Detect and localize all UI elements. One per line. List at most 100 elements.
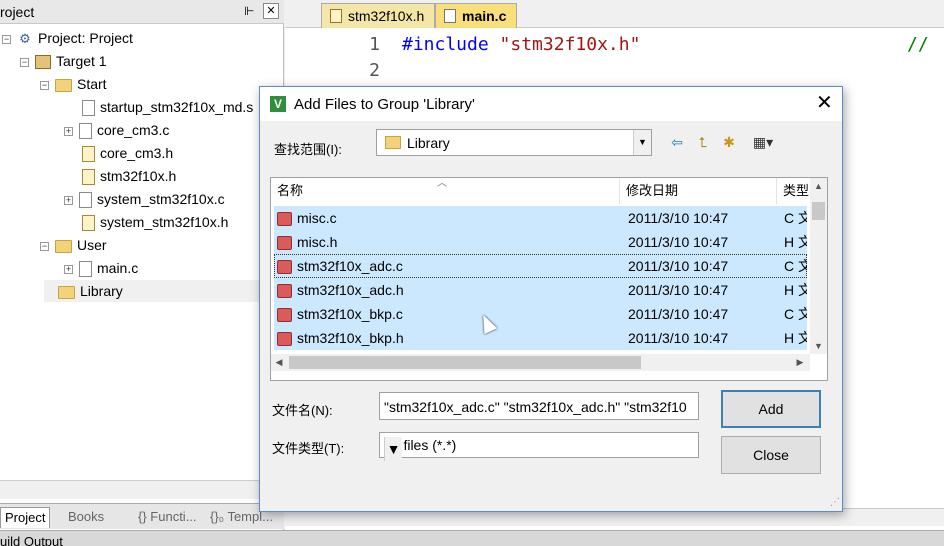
scroll-thumb[interactable]: [812, 202, 825, 220]
expand-icon[interactable]: +: [64, 264, 73, 274]
look-in-dropdown[interactable]: Library ▼: [376, 129, 652, 156]
file-icon: [79, 123, 92, 140]
tab-label: Project: [5, 510, 46, 525]
column-label: 名称: [277, 183, 304, 198]
new-folder-icon[interactable]: ✱: [720, 133, 738, 151]
editor-tab-bar: stm32f10x.h main.c: [285, 0, 944, 28]
scroll-down-icon[interactable]: ▼: [810, 338, 827, 354]
view-menu-icon[interactable]: ▦▾: [746, 133, 780, 151]
build-output-bar: uild Output: [0, 530, 944, 546]
tree-file-system-h[interactable]: system_stm32f10x.h: [82, 211, 228, 233]
collapse-icon[interactable]: −: [2, 34, 11, 44]
scroll-thumb[interactable]: [289, 356, 641, 369]
tree-file-stm32f10x-h[interactable]: stm32f10x.h: [82, 165, 176, 187]
list-vertical-scrollbar[interactable]: ▲ ▼: [810, 178, 827, 354]
tab-functions[interactable]: {} Functi...: [134, 507, 201, 528]
look-in-value: Library: [407, 135, 450, 151]
panel-horizontal-scrollbar[interactable]: [0, 480, 284, 499]
tree-target[interactable]: − Target 1: [20, 50, 107, 72]
close-icon[interactable]: ✕: [816, 93, 833, 113]
file-date: 2011/3/10 10:47: [628, 306, 729, 322]
file-icon: [82, 100, 95, 117]
tree-group-library[interactable]: Library: [58, 280, 123, 302]
tree-item-label: main.c: [97, 260, 139, 276]
scroll-right-icon[interactable]: ▶: [792, 354, 808, 371]
file-type-select[interactable]: All files (*.*) ▼: [379, 432, 699, 461]
scroll-up-icon[interactable]: ▲: [810, 178, 827, 194]
tree-file-startup[interactable]: startup_stm32f10x_md.s: [82, 96, 253, 118]
back-icon[interactable]: ⇦: [668, 133, 686, 151]
tree-item-label: core_cm3.h: [100, 145, 174, 161]
file-name-cell: misc.c: [277, 206, 620, 230]
code-comment: //: [907, 34, 929, 55]
tab-main-c[interactable]: main.c: [435, 3, 518, 28]
file-row[interactable]: stm32f10x_bkp.h 2011/3/10 10:47 H 文: [274, 326, 807, 350]
line-number: 2: [369, 60, 380, 81]
file-row[interactable]: stm32f10x_bkp.c 2011/3/10 10:47 C 文: [274, 302, 807, 326]
panel-close-icon[interactable]: ✕: [263, 3, 279, 19]
tree-project-root[interactable]: − ⚙ Project: Project: [2, 27, 133, 49]
tree-file-core-cm3-h[interactable]: core_cm3.h: [82, 142, 173, 164]
folder-icon: [58, 285, 75, 299]
c-file-icon: [277, 308, 292, 323]
file-list[interactable]: 名称 ︿ 修改日期 类型 misc.c 2011/3/10 10:47 C 文 …: [270, 177, 828, 381]
look-in-label: 查找范围(I):: [274, 142, 342, 157]
file-type: H 文: [784, 330, 807, 346]
add-button[interactable]: Add: [721, 390, 821, 428]
h-file-icon: [277, 284, 292, 299]
collapse-icon[interactable]: −: [40, 80, 49, 90]
file-name-cell: stm32f10x_adc.c: [277, 254, 620, 278]
tree-group-start[interactable]: − Start: [40, 73, 107, 95]
project-panel-title: roject: [0, 4, 35, 20]
list-horizontal-scrollbar[interactable]: ◀ ▶: [271, 354, 810, 371]
file-name-input[interactable]: "stm32f10x_adc.c" "stm32f10x_adc.h" "stm…: [379, 392, 699, 420]
c-file-icon: [277, 260, 292, 275]
tree-group-user[interactable]: − User: [40, 234, 107, 256]
column-header-type[interactable]: 类型: [777, 178, 810, 204]
header-file-icon: [82, 215, 95, 232]
code-line-1[interactable]: #include "stm32f10x.h": [402, 34, 640, 55]
expand-icon[interactable]: +: [64, 126, 73, 136]
column-label: 修改日期: [626, 183, 679, 198]
tab-books[interactable]: Books: [64, 507, 108, 528]
sort-ascending-icon: ︿: [437, 178, 447, 189]
project-panel-header: roject ⊩ ✕: [0, 0, 284, 24]
include-string: "stm32f10x.h": [499, 34, 641, 55]
tree-item-label: startup_stm32f10x_md.s: [100, 99, 254, 115]
line-number: 1: [369, 34, 380, 55]
project-panel: roject ⊩ ✕ − ⚙ Project: Project − Target 1 …: [0, 0, 284, 546]
resize-grip-icon[interactable]: ⋰: [830, 497, 840, 508]
tab-stm32f10x-h[interactable]: stm32f10x.h: [321, 3, 436, 28]
folder-icon: [55, 239, 72, 253]
close-button[interactable]: Close: [721, 436, 821, 474]
file-type: H 文: [784, 282, 807, 298]
file-row[interactable]: misc.h 2011/3/10 10:47 H 文: [274, 230, 807, 254]
header-file-icon: [82, 169, 95, 186]
file-name: stm32f10x_adc.c: [297, 258, 403, 274]
file-name-cell: stm32f10x_adc.h: [277, 278, 620, 302]
folder-icon: [385, 136, 401, 149]
tree-file-system-c[interactable]: + system_stm32f10x.c: [64, 188, 225, 210]
file-row[interactable]: stm32f10x_adc.c 2011/3/10 10:47 C 文: [274, 254, 807, 278]
collapse-icon[interactable]: −: [40, 241, 49, 251]
scroll-left-icon[interactable]: ◀: [271, 354, 287, 371]
tab-project[interactable]: Project: [0, 507, 51, 528]
file-type-label: 文件类型(T):: [272, 441, 345, 456]
pin-icon[interactable]: ⊩: [244, 4, 254, 18]
tree-file-core-cm3-c[interactable]: + core_cm3.c: [64, 119, 169, 141]
file-name-cell: misc.h: [277, 230, 620, 254]
file-icon: [79, 261, 92, 278]
add-files-dialog: V Add Files to Group 'Library' ✕ 查找范围(I)…: [259, 86, 843, 512]
chevron-down-icon[interactable]: ▼: [633, 130, 651, 155]
file-row[interactable]: stm32f10x_adc.h 2011/3/10 10:47 H 文: [274, 278, 807, 302]
tree-file-main-c[interactable]: + main.c: [64, 257, 138, 279]
chevron-down-icon[interactable]: ▼: [384, 437, 402, 461]
file-row[interactable]: misc.c 2011/3/10 10:47 C 文: [274, 206, 807, 230]
expand-icon[interactable]: +: [64, 195, 73, 205]
collapse-icon[interactable]: −: [20, 57, 29, 67]
file-icon: [444, 9, 456, 23]
up-folder-icon[interactable]: ⮤: [694, 133, 712, 151]
tree-item-label: Library: [80, 283, 123, 299]
project-icon: ⚙: [19, 31, 31, 47]
column-header-date[interactable]: 修改日期: [620, 178, 777, 204]
